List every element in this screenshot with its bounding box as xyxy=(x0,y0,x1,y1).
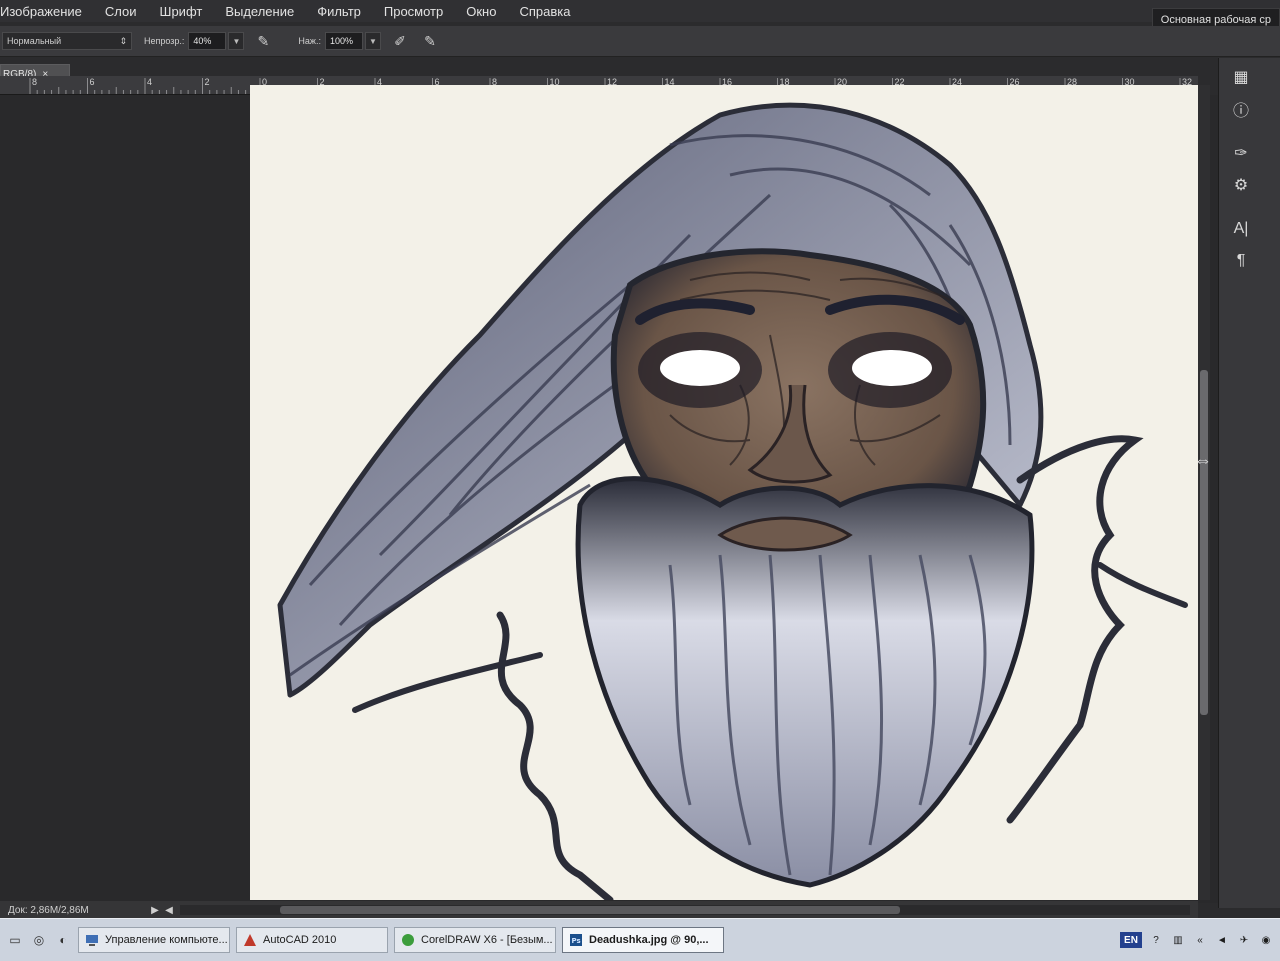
vertical-scroll-thumb[interactable] xyxy=(1200,370,1208,715)
pressure-label: Наж.: xyxy=(298,36,321,46)
right-panel-dock: ▦ ⓘ ✑ ⚙ A| ¶ xyxy=(1218,58,1280,908)
old-man-portrait xyxy=(277,102,1188,900)
task-label: CorelDRAW X6 - [Безым... xyxy=(421,934,553,946)
blend-mode-value: Нормальный xyxy=(7,36,62,46)
help-icon[interactable]: ? xyxy=(1148,932,1164,948)
ruler-label: 2 xyxy=(205,77,210,87)
task-label: Deadushka.jpg @ 90,... xyxy=(589,934,709,946)
task-autocad[interactable]: AutoCAD 2010 xyxy=(236,927,388,953)
security-icon[interactable]: ◉ xyxy=(1258,932,1274,948)
volume-icon[interactable]: ◄ xyxy=(1214,932,1230,948)
menu-type[interactable]: Шрифт xyxy=(160,4,216,19)
histogram-icon[interactable]: ▦ xyxy=(1227,64,1255,90)
left-eye xyxy=(660,350,740,386)
media-icon[interactable]: ◐ xyxy=(54,931,72,949)
menu-layers[interactable]: Слои xyxy=(105,4,150,19)
system-tray: EN ? ▥ « ◄ ✈ ◉ xyxy=(1120,919,1280,961)
telegram-icon[interactable]: ✈ xyxy=(1236,932,1252,948)
collar-right xyxy=(1006,435,1144,824)
menu-window[interactable]: Окно xyxy=(466,4,509,19)
opacity-dropdown-icon[interactable]: ▼ xyxy=(228,32,245,50)
language-indicator[interactable]: EN xyxy=(1120,932,1142,948)
menu-filter[interactable]: Фильтр xyxy=(317,4,374,19)
info-icon[interactable]: ⓘ xyxy=(1227,96,1255,122)
scroll-left-icon[interactable]: ◀ xyxy=(162,905,176,916)
right-eye xyxy=(852,350,932,386)
tablet-pressure-icon[interactable]: ✎ xyxy=(419,31,441,51)
paragraph-icon[interactable]: ¶ xyxy=(1227,248,1255,274)
task-label: Управление компьюте... xyxy=(105,934,228,946)
opacity-label: Непрозр.: xyxy=(144,36,185,46)
updown-icon: ⇕ xyxy=(119,35,127,46)
character-icon[interactable]: A| xyxy=(1227,216,1255,242)
browser-icon[interactable]: ◎ xyxy=(30,931,48,949)
resize-cursor-icon: ⇔ xyxy=(1194,450,1212,470)
menu-help[interactable]: Справка xyxy=(519,4,583,19)
airbrush-icon[interactable]: ✐ xyxy=(389,31,411,51)
tablet-opacity-icon[interactable]: ✎ xyxy=(252,31,274,51)
adjustments-icon[interactable]: ⚙ xyxy=(1227,172,1255,198)
blend-mode-select[interactable]: Нормальный ⇕ xyxy=(2,32,132,50)
taskbar: ▭ ◎ ◐ Управление компьюте... AutoCAD 201… xyxy=(0,918,1280,961)
svg-text:Ps: Ps xyxy=(572,937,581,945)
task-photoshop[interactable]: Ps Deadushka.jpg @ 90,... xyxy=(562,927,724,953)
shoulder-right xyxy=(1097,562,1188,608)
menu-select[interactable]: Выделение xyxy=(225,4,307,19)
task-computer-management[interactable]: Управление компьюте... xyxy=(78,927,230,953)
document-canvas[interactable] xyxy=(250,85,1198,900)
ruler-label: 8 xyxy=(32,77,37,87)
task-label: AutoCAD 2010 xyxy=(263,934,337,946)
autocad-icon xyxy=(244,934,256,946)
menu-bar: Изображение Слои Шрифт Выделение Фильтр … xyxy=(0,0,1280,22)
coreldraw-icon xyxy=(402,934,414,946)
ruler-label: 4 xyxy=(147,77,152,87)
menu-image[interactable]: Изображение xyxy=(0,4,95,19)
ruler-label: 6 xyxy=(90,77,95,87)
arrow-icon[interactable]: « xyxy=(1192,932,1208,948)
horizontal-scroll-thumb[interactable] xyxy=(280,906,900,914)
opacity-field[interactable]: 40% xyxy=(188,32,227,50)
computer-management-icon xyxy=(86,935,98,946)
pressure-dropdown-icon[interactable]: ▼ xyxy=(364,32,381,50)
status-bar: Док: 2,86M/2,86M ▶ ◀ xyxy=(0,901,1198,919)
show-desktop-icon[interactable]: ▭ xyxy=(6,931,24,949)
status-menu-arrow-icon[interactable]: ▶ xyxy=(148,905,162,916)
network-icon[interactable]: ▥ xyxy=(1170,932,1186,948)
tool-options-bar: Нормальный ⇕ Непрозр.: 40% ▼ ✎ Наж.: 100… xyxy=(0,26,1280,57)
vertical-scrollbar[interactable] xyxy=(1198,85,1210,900)
horizontal-scrollbar[interactable] xyxy=(180,905,1190,915)
photoshop-icon: Ps xyxy=(570,934,582,946)
brush-presets-icon[interactable]: ✑ xyxy=(1227,140,1255,166)
task-coreldraw[interactable]: CorelDRAW X6 - [Безым... xyxy=(394,927,556,953)
pressure-field[interactable]: 100% xyxy=(324,32,363,50)
document-size: Док: 2,86M/2,86M xyxy=(8,904,89,916)
menu-view[interactable]: Просмотр xyxy=(384,4,456,19)
